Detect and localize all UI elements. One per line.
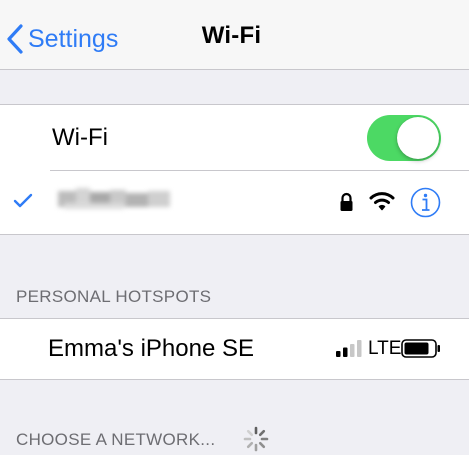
checkmark-icon [13, 193, 33, 208]
wifi-toggle[interactable] [367, 115, 441, 161]
page-title: Wi-Fi [201, 22, 262, 49]
navigation-bar: Settings Wi-Fi [0, 0, 469, 70]
wifi-signal-icon [369, 192, 395, 211]
toggle-knob [397, 117, 439, 159]
loading-spinner-icon [243, 426, 269, 452]
battery-icon [401, 339, 440, 358]
wifi-label: Wi-Fi [52, 124, 108, 151]
section-header-choose-network: CHOOSE A NETWORK... [16, 430, 216, 449]
lock-icon [340, 192, 353, 211]
info-icon[interactable] [410, 187, 441, 218]
network-name-obscured [58, 188, 170, 209]
cellular-signal-icon [336, 340, 362, 357]
network-type-label: LTE [368, 338, 402, 359]
section-header-personal-hotspots: PERSONAL HOTSPOTS [16, 287, 212, 306]
hotspot-name: Emma's iPhone SE [48, 335, 255, 362]
